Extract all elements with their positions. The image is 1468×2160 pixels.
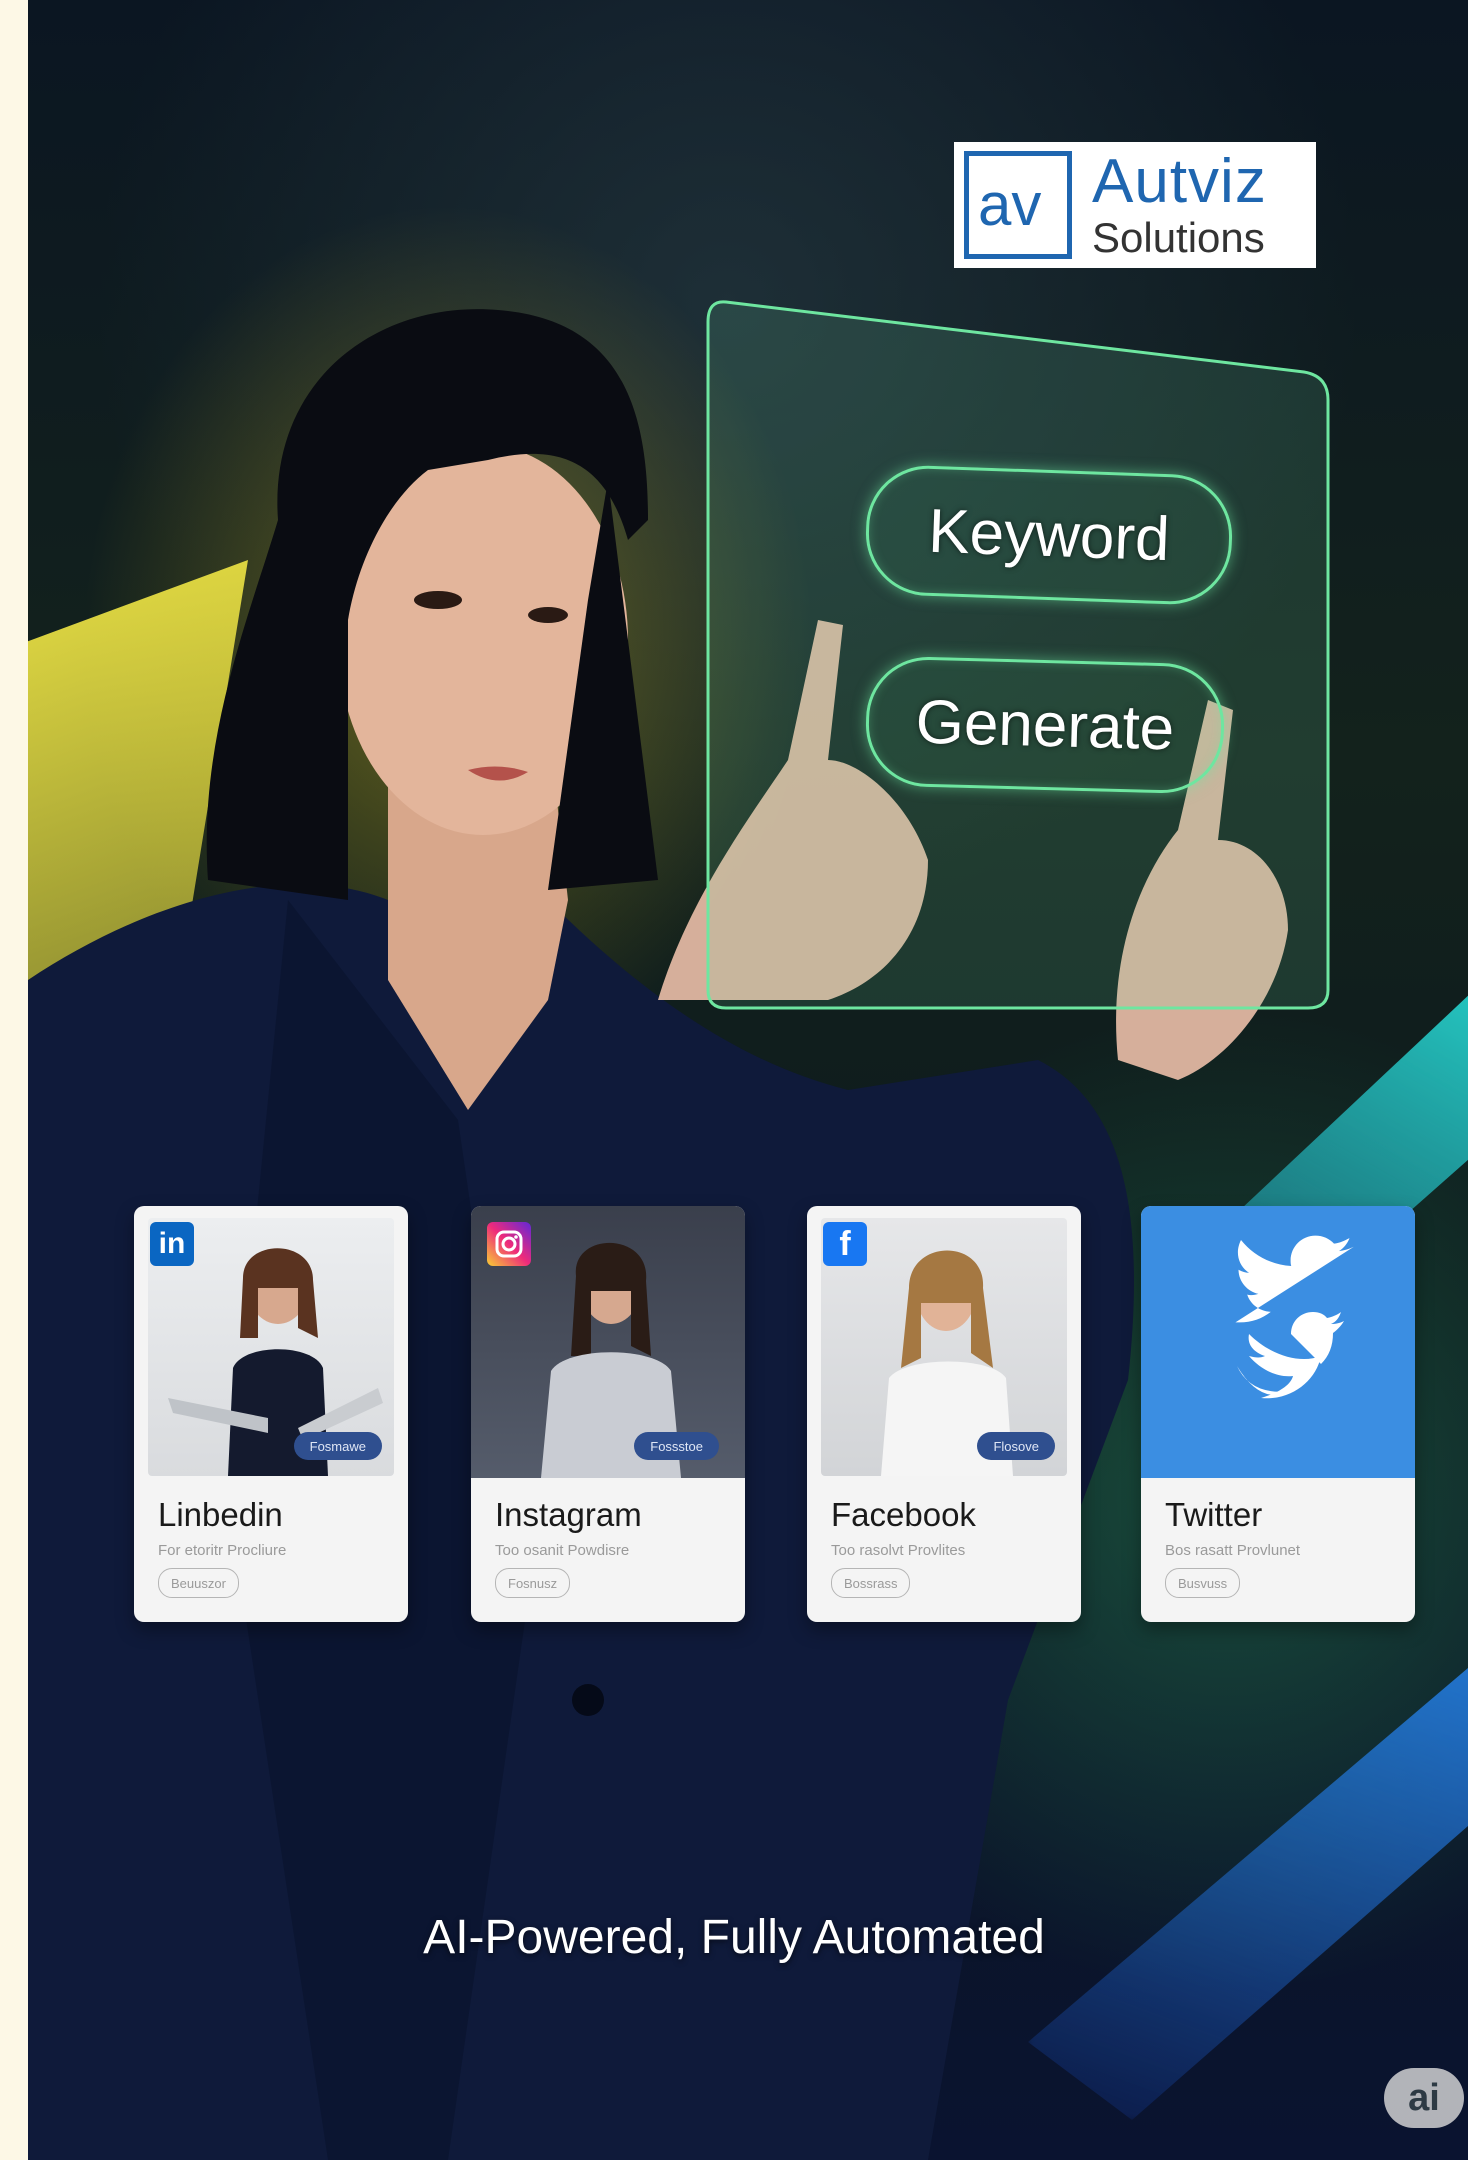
blue-light-beam — [1028, 1600, 1468, 2120]
instagram-icon — [487, 1222, 531, 1266]
card-subtitle: Bos rasatt Provlunet — [1165, 1542, 1301, 1559]
card-title: Linbedin — [158, 1496, 283, 1533]
card-title: Facebook — [831, 1496, 976, 1533]
av-monogram: av — [978, 175, 1041, 235]
facebook-card[interactable]: f Flosove Facebook Too rasolvt Provlites… — [807, 1206, 1081, 1622]
card-tag: Fosmawe — [293, 1432, 382, 1460]
card-tag: Flosove — [977, 1432, 1055, 1460]
brand-name: Autviz — [1092, 147, 1267, 216]
card-chip[interactable]: Beuuszor — [158, 1568, 239, 1598]
card-subtitle: For etoritr Procliure — [158, 1542, 287, 1559]
twitter-bird-icon — [1235, 1235, 1354, 1399]
yellow-light-beam — [28, 560, 248, 1040]
autviz-logo: av Autviz Solutions — [954, 142, 1316, 268]
card-title: Instagram — [495, 1496, 642, 1533]
hero-background: Keyword Generate — [28, 0, 1468, 2160]
twitter-card[interactable]: Twitter Bos rasatt Provlunet Busvuss — [1141, 1206, 1415, 1622]
instagram-glyph — [495, 1230, 523, 1258]
holographic-panel: Keyword Generate — [706, 300, 1331, 1010]
facebook-icon: f — [823, 1222, 867, 1266]
card-subtitle: Too osanit Powdisre — [495, 1542, 630, 1559]
generate-button[interactable]: Generate — [864, 655, 1226, 795]
ai-badge: ai — [1384, 2068, 1464, 2128]
card-chip[interactable]: Bossrass — [831, 1568, 911, 1598]
linkedin-icon: in — [150, 1222, 194, 1266]
linkedin-card[interactable]: in Fosmawe Linbedin For etoritr Procliur… — [134, 1206, 408, 1622]
card-subtitle: Too rasolvt Provlites — [831, 1542, 966, 1559]
keyword-button[interactable]: Keyword — [863, 463, 1235, 607]
twitter-banner — [1141, 1206, 1415, 1478]
av-logo-icon: av — [964, 151, 1072, 259]
card-title: Twitter — [1165, 1496, 1263, 1533]
brand-subtitle: Solutions — [1092, 214, 1265, 261]
card-chip[interactable]: Fosnusz — [495, 1568, 571, 1598]
instagram-card[interactable]: Fossstoe Instagram Too osanit Powdisre F… — [471, 1206, 745, 1622]
logo-mark-text: av — [978, 175, 1041, 235]
card-chip[interactable]: Busvuss — [1165, 1568, 1241, 1598]
holo-panel-frame — [706, 300, 1330, 1010]
tagline: AI-Powered, Fully Automated — [423, 1911, 1045, 1964]
card-tag: Fossstoe — [634, 1432, 719, 1460]
